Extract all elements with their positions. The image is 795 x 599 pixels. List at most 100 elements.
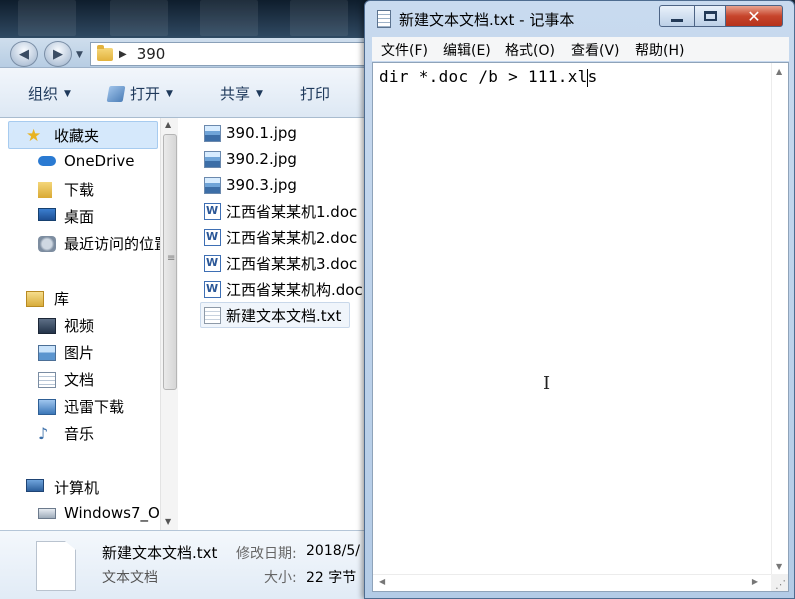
scroll-up-icon[interactable]: ▲	[165, 120, 171, 129]
navigation-pane: ★ 收藏夹 OneDrive 下载 桌面 最近访问的位置 库 视频 图片 文档 …	[0, 118, 178, 530]
word-document-icon	[204, 254, 221, 272]
file-item[interactable]: 390.2.jpg	[204, 147, 297, 171]
chevron-down-icon: ▼	[64, 88, 71, 99]
address-box[interactable]: ▶ 390	[90, 42, 372, 66]
share-button[interactable]: 共享 ▼	[220, 83, 263, 104]
forward-button[interactable]: ▶	[44, 41, 72, 67]
background-blur	[200, 0, 258, 36]
details-size-value: 22 字节	[306, 570, 357, 586]
nav-item-desktop[interactable]: 桌面	[38, 206, 94, 227]
details-pane: 新建文本文档.txt 文本文档 修改日期: 2018/5/ 大小: 22 字节	[0, 530, 372, 599]
menu-view[interactable]: 查看(V)	[571, 40, 620, 60]
details-modified-label: 修改日期:	[236, 546, 297, 562]
notepad-icon	[377, 10, 391, 28]
nav-item-computer[interactable]: 计算机	[26, 477, 100, 498]
close-button[interactable]: ✕	[725, 5, 783, 27]
nav-item-label: 收藏夹	[54, 127, 100, 145]
nav-item-label: 下载	[64, 181, 95, 199]
explorer-body: ★ 收藏夹 OneDrive 下载 桌面 最近访问的位置 库 视频 图片 文档 …	[0, 118, 372, 530]
file-item[interactable]: 新建文本文档.txt	[204, 303, 341, 327]
organize-label: 组织	[28, 85, 59, 103]
nav-item-label: 音乐	[64, 425, 95, 443]
nav-item-favorites[interactable]: ★ 收藏夹	[26, 125, 100, 146]
minimize-icon	[671, 18, 683, 22]
chevron-down-icon: ▼	[166, 88, 173, 99]
chevron-down-icon: ▼	[256, 88, 263, 99]
recent-places-icon	[38, 235, 56, 252]
folder-icon	[97, 44, 113, 61]
nav-item-pictures[interactable]: 图片	[38, 342, 95, 363]
drive-icon	[38, 508, 56, 519]
file-item[interactable]: 江西省某某机1.doc	[204, 199, 357, 223]
nav-item-downloads[interactable]: 下载	[38, 179, 95, 200]
scroll-down-icon[interactable]: ▼	[776, 562, 782, 571]
menu-format[interactable]: 格式(O)	[505, 40, 555, 60]
file-list: 390.1.jpg 390.2.jpg 390.3.jpg 江西省某某机1.doc 江西…	[186, 118, 372, 530]
image-file-icon	[204, 124, 221, 142]
file-item[interactable]: 江西省某某机构.doc	[204, 277, 363, 301]
horizontal-scrollbar[interactable]: ◀ ▶	[373, 574, 772, 591]
open-label: 打开	[130, 85, 161, 103]
window-title: 新建文本文档.txt - 记事本	[399, 11, 575, 29]
nav-item-onedrive[interactable]: OneDrive	[38, 152, 135, 170]
open-button[interactable]: 打开 ▼	[106, 83, 173, 104]
word-document-icon	[204, 280, 221, 298]
file-item[interactable]: 江西省某某机2.doc	[204, 225, 357, 249]
scroll-down-icon[interactable]: ▼	[165, 517, 171, 526]
nav-item-thunder[interactable]: 迅雷下载	[38, 396, 125, 417]
nav-item-label: 图片	[64, 344, 95, 362]
close-icon: ✕	[747, 6, 761, 26]
share-label: 共享	[220, 85, 251, 103]
explorer-title-area	[0, 0, 372, 38]
nav-item-music[interactable]: ♪ 音乐	[38, 423, 95, 444]
maximize-button[interactable]	[694, 5, 726, 27]
resize-grip-icon[interactable]	[771, 574, 788, 591]
breadcrumb-folder[interactable]: 390	[137, 45, 166, 63]
nav-item-libraries[interactable]: 库	[26, 288, 70, 309]
file-item[interactable]: 390.1.jpg	[204, 121, 297, 145]
text-file-icon	[204, 306, 221, 324]
text-editor[interactable]: dir *.doc /b > 111.xls I ▲ ▼ ◀ ▶	[372, 62, 789, 592]
scrollbar-thumb[interactable]	[163, 134, 177, 390]
editor-content[interactable]: dir *.doc /b > 111.xls	[379, 67, 598, 86]
address-bar-area: ◀ ▶ ▼ ▶ 390	[0, 38, 372, 68]
image-file-icon	[204, 150, 221, 168]
nav-item-videos[interactable]: 视频	[38, 315, 95, 336]
nav-item-documents[interactable]: 文档	[38, 369, 94, 390]
cloud-icon	[38, 156, 56, 166]
recent-pages-dropdown[interactable]: ▼	[76, 50, 83, 60]
menu-help[interactable]: 帮助(H)	[635, 40, 684, 60]
file-name: 390.3.jpg	[226, 176, 297, 194]
scroll-left-icon[interactable]: ◀	[379, 577, 385, 586]
minimize-button[interactable]	[659, 5, 695, 27]
background-blur	[290, 0, 348, 36]
background-blur	[18, 0, 76, 36]
background-blur	[110, 0, 168, 36]
nav-item-label: 迅雷下载	[64, 398, 125, 416]
nav-item-label: 最近访问的位置	[64, 235, 170, 253]
arrow-left-icon: ◀	[19, 46, 29, 62]
file-item[interactable]: 390.3.jpg	[204, 173, 297, 197]
explorer-window: ◀ ▶ ▼ ▶ 390 组织 ▼ 打开 ▼ 共享 ▼ 打印 ★ 收藏夹 OneD…	[0, 0, 372, 599]
organize-button[interactable]: 组织 ▼	[28, 83, 71, 104]
back-button[interactable]: ◀	[10, 41, 38, 67]
desktop-icon	[38, 208, 56, 221]
menu-file[interactable]: 文件(F)	[381, 40, 428, 60]
video-icon	[38, 317, 56, 334]
nav-item-recent[interactable]: 最近访问的位置	[38, 233, 170, 254]
scroll-up-icon[interactable]: ▲	[776, 67, 782, 76]
menu-edit[interactable]: 编辑(E)	[443, 40, 491, 60]
details-size-label: 大小:	[264, 570, 297, 586]
nav-item-label: 库	[54, 290, 70, 308]
nav-item-label: 计算机	[54, 479, 100, 497]
scroll-right-icon[interactable]: ▶	[752, 577, 758, 586]
nav-item-label: 视频	[64, 317, 95, 335]
nav-item-drive[interactable]: Windows7_OS	[38, 504, 169, 522]
navigation-scrollbar[interactable]: ▲ ▼	[160, 118, 178, 530]
vertical-scrollbar[interactable]: ▲ ▼	[771, 63, 788, 575]
print-button[interactable]: 打印	[300, 83, 330, 104]
details-file-type: 文本文档	[102, 570, 158, 586]
file-item[interactable]: 江西省某某机3.doc	[204, 251, 357, 275]
print-label: 打印	[300, 85, 331, 103]
breadcrumb-arrow-icon[interactable]: ▶	[119, 49, 127, 60]
